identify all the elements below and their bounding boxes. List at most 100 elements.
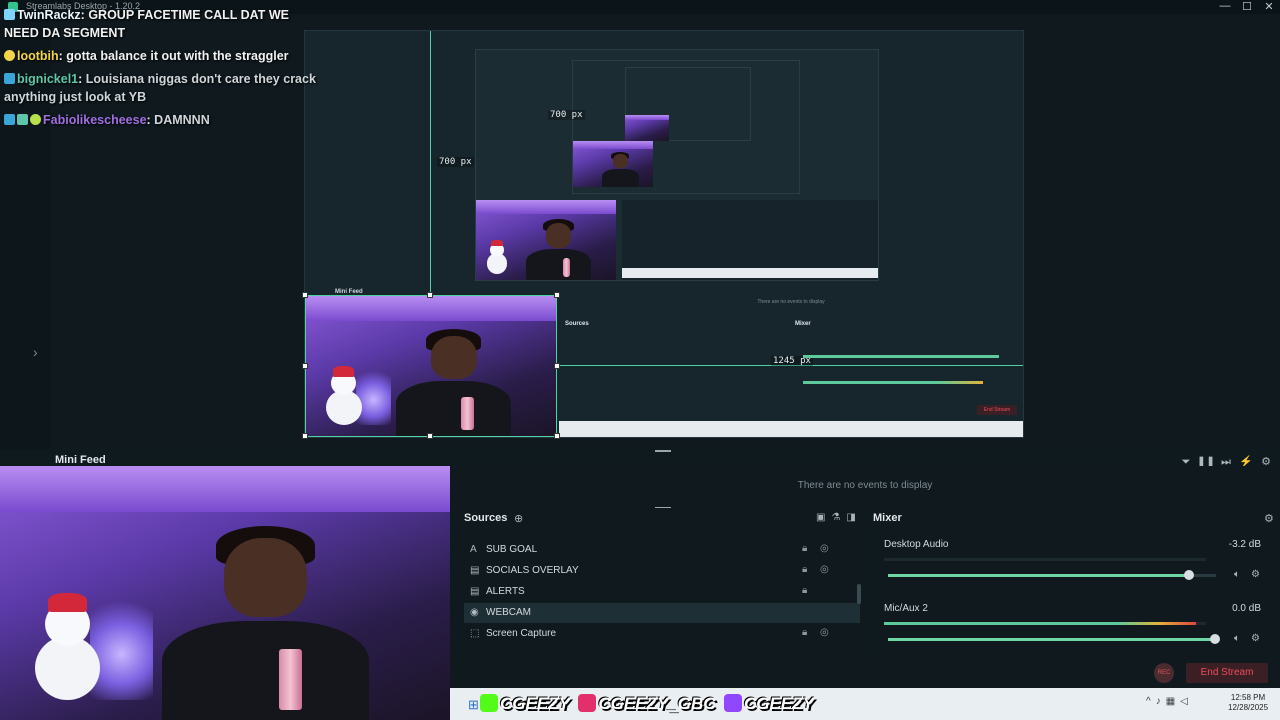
slider-fill bbox=[888, 638, 1216, 641]
slider-fill bbox=[888, 574, 1190, 577]
chat-message: lootbih: gotta balance it out with the s… bbox=[4, 47, 316, 65]
system-tray: ^♪▦◁ bbox=[1146, 696, 1193, 707]
preview-webcam-source[interactable] bbox=[305, 295, 557, 437]
lock-icon[interactable]: 🔒︎ bbox=[802, 543, 807, 554]
text-icon: A bbox=[470, 544, 477, 555]
desktop-audio-volume-slider[interactable] bbox=[888, 570, 1216, 580]
resize-handle-b[interactable] bbox=[427, 433, 433, 439]
resize-handle-tl[interactable] bbox=[302, 292, 308, 298]
preview-taskbar bbox=[559, 421, 1023, 437]
sources-scrollbar[interactable] bbox=[857, 584, 861, 604]
slider-knob[interactable] bbox=[1210, 634, 1220, 644]
preview-no-events: There are no events to display bbox=[757, 299, 825, 305]
meter-fill bbox=[884, 622, 1197, 625]
resize-handle-tr[interactable] bbox=[554, 292, 560, 298]
nested-webcam-2 bbox=[476, 200, 616, 280]
gear-icon[interactable]: ⚙ bbox=[1251, 569, 1260, 580]
source-name: SUB GOAL bbox=[486, 544, 538, 555]
nested-preview-level-1: 700 px bbox=[475, 49, 879, 281]
social-handle: CGEEZY_GBC bbox=[578, 690, 716, 718]
sources-panel: Sources ⊕ ▣⚗◨ A SUB GOAL 🔒︎ ◎ ▤ SOCIALS … bbox=[456, 508, 864, 660]
chat-message: TwinRackz: GROUP FACETIME CALL DAT WE NE… bbox=[4, 8, 290, 40]
source-name: ALERTS bbox=[486, 586, 525, 597]
lock-icon[interactable]: 🔒︎ bbox=[802, 564, 807, 575]
preview-sources-label: Sources bbox=[565, 321, 589, 327]
slider-knob[interactable] bbox=[1184, 570, 1194, 580]
record-button[interactable]: REC bbox=[1154, 663, 1174, 683]
nested-webcam-4 bbox=[625, 115, 669, 141]
nested-sources-mixer bbox=[622, 200, 878, 280]
nested-taskbar bbox=[622, 268, 878, 278]
desktop-audio-meter bbox=[884, 558, 1206, 561]
filter-icon[interactable]: ⚗ bbox=[831, 512, 846, 523]
end-stream-button[interactable]: End Stream bbox=[1186, 663, 1268, 683]
webcam-overlay bbox=[0, 466, 450, 720]
sources-title: Sources bbox=[464, 512, 508, 524]
mic-icon[interactable]: ♪ bbox=[1156, 696, 1166, 707]
network-icon[interactable]: ▦ bbox=[1166, 696, 1180, 707]
mixer-channel-db: -3.2 dB bbox=[1228, 539, 1261, 550]
resize-handle-bl[interactable] bbox=[302, 433, 308, 439]
source-row[interactable]: ▤ ALERTS 🔒︎ bbox=[464, 582, 860, 602]
preview-mixer-meter-2 bbox=[803, 381, 983, 384]
mixer-settings-icon[interactable]: ⚙ bbox=[1264, 512, 1274, 525]
eye-hidden-icon[interactable]: ◎ bbox=[820, 543, 829, 554]
sub-badge-icon bbox=[17, 114, 28, 125]
close-button[interactable]: ✕ bbox=[1258, 0, 1280, 13]
events-feed: There are no events to display bbox=[450, 466, 1280, 508]
source-name: WEBCAM bbox=[486, 607, 531, 618]
kick-icon bbox=[480, 694, 498, 712]
no-events-text: There are no events to display bbox=[797, 480, 933, 491]
mixer-channel-name: Desktop Audio bbox=[884, 539, 949, 550]
prime-badge-icon bbox=[4, 73, 15, 84]
mixer-panel: Mixer ⚙ Desktop Audio -3.2 dB 🔈︎ ⚙ Mic/A… bbox=[872, 508, 1280, 660]
chat-username: TwinRackz bbox=[17, 8, 81, 22]
speaker-icon[interactable]: 🔈︎ bbox=[1234, 569, 1240, 580]
source-row-selected[interactable]: ◉ WEBCAM bbox=[464, 603, 860, 623]
resize-handle-r[interactable] bbox=[554, 363, 560, 369]
chat-message: Fabiolikescheese: DAMNNN bbox=[4, 111, 316, 129]
preview-mixer-label: Mixer bbox=[795, 321, 811, 327]
chat-text: DAMNNN bbox=[154, 113, 210, 127]
lock-icon[interactable]: 🔒︎ bbox=[802, 627, 807, 638]
mic-aux-meter bbox=[884, 622, 1206, 625]
eye-hidden-icon[interactable]: ◎ bbox=[820, 627, 829, 638]
windows-start-icon[interactable]: ⊞ bbox=[468, 697, 479, 713]
social-handle-text: CGEEZY bbox=[743, 694, 814, 713]
chat-username: lootbih bbox=[17, 49, 59, 63]
minifeed-label: Mini Feed bbox=[55, 454, 106, 466]
volume-icon[interactable]: ◁ bbox=[1180, 696, 1193, 707]
resize-handle-br[interactable] bbox=[554, 433, 560, 439]
gear-icon[interactable]: ⚙ bbox=[1251, 633, 1260, 644]
add-source-button[interactable]: ⊕ bbox=[514, 512, 523, 525]
expand-chevron-icon[interactable]: › bbox=[33, 344, 38, 360]
social-handle-text: CGEEZY bbox=[500, 694, 570, 713]
source-row[interactable]: A SUB GOAL 🔒︎ ◎ bbox=[464, 540, 860, 560]
chevron-up-icon[interactable]: ^ bbox=[1146, 696, 1156, 707]
maximize-button[interactable]: ☐ bbox=[1236, 0, 1258, 13]
source-row[interactable]: ⬚ Screen Capture 🔒︎ ◎ bbox=[464, 624, 860, 644]
vertical-guide-line bbox=[430, 31, 431, 293]
folder-icon[interactable]: ▣ bbox=[816, 512, 831, 523]
taskbar-clock[interactable]: 12:58 PM 12/28/2025 bbox=[1228, 693, 1268, 713]
resize-handle-t[interactable] bbox=[427, 292, 433, 298]
prime-badge-icon bbox=[4, 114, 15, 125]
webcam-icon: ◉ bbox=[470, 607, 479, 618]
preview-end-stream: End Stream bbox=[977, 405, 1017, 415]
image-icon: ▤ bbox=[470, 565, 480, 576]
resize-handle-l[interactable] bbox=[302, 363, 308, 369]
settings-icon[interactable]: ◨ bbox=[846, 512, 861, 523]
minimize-button[interactable]: — bbox=[1214, 0, 1236, 12]
source-name: SOCIALS OVERLAY bbox=[486, 565, 579, 576]
chat-username: bignickel1 bbox=[17, 72, 79, 86]
speaker-icon[interactable]: 🔈︎ bbox=[1234, 633, 1240, 644]
panel-resize-handle[interactable] bbox=[655, 450, 671, 452]
scene-preview[interactable]: 700 px 700 px 1245 px Mini Feed There ar… bbox=[302, 30, 1024, 439]
chat-message: bignickel1: Louisiana niggas don't care … bbox=[4, 72, 316, 104]
lemon-badge-icon bbox=[4, 50, 15, 61]
eye-hidden-icon[interactable]: ◎ bbox=[820, 564, 829, 575]
source-row[interactable]: ▤ SOCIALS OVERLAY 🔒︎ ◎ bbox=[464, 561, 860, 581]
lock-icon[interactable]: 🔒︎ bbox=[802, 585, 807, 596]
mic-aux-volume-slider[interactable] bbox=[888, 634, 1220, 644]
vertical-guide-label: 700 px bbox=[437, 157, 474, 167]
